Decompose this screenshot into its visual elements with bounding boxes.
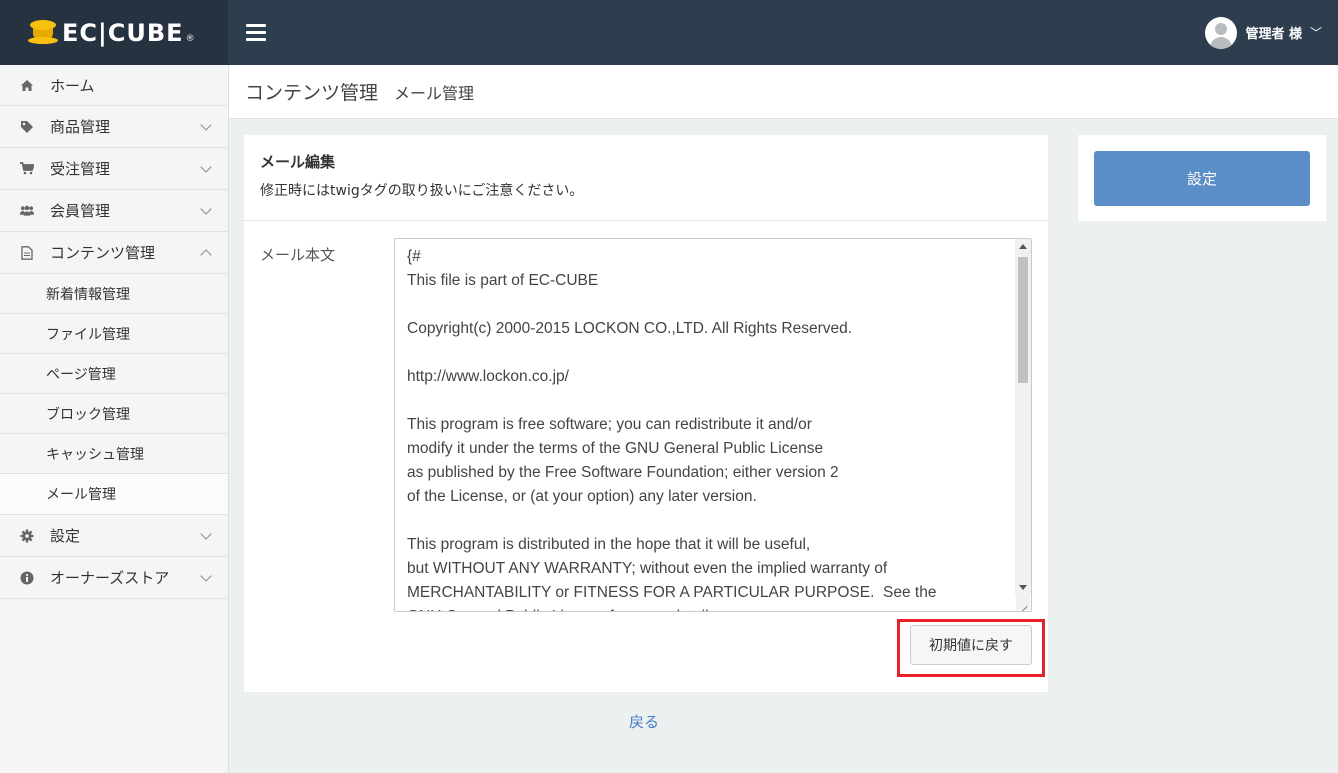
logo-text: EC|CUBE — [62, 18, 184, 47]
logo[interactable]: EC|CUBE ® — [0, 0, 228, 65]
sidebar: ホーム 商品管理 受注管理 会員管理 コンテンツ管理 新着情報管理 ファイル管理… — [0, 65, 229, 773]
chevron-down-icon — [200, 119, 212, 131]
sidebar-subitem-mail[interactable]: メール管理 — [0, 474, 228, 514]
scrollbar-thumb[interactable] — [1018, 257, 1028, 383]
gear-icon — [20, 529, 34, 543]
action-panel: 設定 — [1078, 135, 1326, 221]
reset-default-button[interactable]: 初期値に戻す — [910, 625, 1032, 665]
sidebar-subitem-blocks[interactable]: ブロック管理 — [0, 394, 228, 434]
chevron-down-icon — [200, 570, 212, 582]
home-icon — [20, 78, 34, 92]
tag-icon — [20, 120, 34, 134]
users-icon — [20, 204, 34, 218]
sidebar-item-home[interactable]: ホーム — [0, 65, 228, 106]
user-menu[interactable]: 管理者 様 ﹀ — [1205, 16, 1322, 49]
sidebar-subitem-files[interactable]: ファイル管理 — [0, 314, 228, 354]
sidebar-subitem-news[interactable]: 新着情報管理 — [0, 274, 228, 314]
menu-toggle-icon[interactable] — [246, 24, 266, 41]
chevron-down-icon — [200, 528, 212, 540]
card-title: メール編集 — [260, 153, 336, 171]
avatar — [1205, 16, 1238, 49]
sidebar-item-label: 設定 — [50, 527, 81, 545]
sidebar-item-settings[interactable]: 設定 — [0, 515, 228, 557]
mail-body-text: {# This file is part of EC-CUBE Copyrigh… — [407, 248, 937, 611]
page-subtitle: メール管理 — [394, 83, 475, 103]
sidebar-subitem-cache[interactable]: キャッシュ管理 — [0, 434, 228, 474]
cart-icon — [20, 162, 34, 176]
top-bar: EC|CUBE ® 管理者 様 ﹀ — [0, 0, 1338, 65]
card-header: メール編集 修正時にはtwigタグの取り扱いにご注意ください。 — [244, 135, 1048, 221]
save-button[interactable]: 設定 — [1094, 151, 1310, 206]
mail-body-label: メール本文 — [260, 246, 336, 264]
chevron-up-icon — [200, 249, 212, 261]
sidebar-item-label: オーナーズストア — [50, 569, 170, 587]
contents-submenu: 新着情報管理 ファイル管理 ページ管理 ブロック管理 キャッシュ管理 メール管理 — [0, 274, 228, 515]
cube-logo-icon — [28, 19, 58, 46]
back-link[interactable]: 戻る — [629, 711, 659, 732]
sidebar-item-label: 受注管理 — [50, 160, 111, 178]
sidebar-item-contents[interactable]: コンテンツ管理 — [0, 232, 228, 274]
chevron-down-icon: ﹀ — [1309, 26, 1322, 40]
resize-grip-icon[interactable] — [1016, 594, 1030, 610]
page-header: コンテンツ管理 メール管理 — [229, 65, 1338, 119]
sidebar-item-orders[interactable]: 受注管理 — [0, 148, 228, 190]
info-icon — [20, 571, 34, 585]
card-description: 修正時にはtwigタグの取り扱いにご注意ください。 — [260, 183, 584, 199]
sidebar-item-label: コンテンツ管理 — [50, 244, 156, 262]
textarea-scrollbar[interactable] — [1015, 239, 1031, 595]
sidebar-item-members[interactable]: 会員管理 — [0, 190, 228, 232]
logo-registered-mark: ® — [185, 33, 195, 44]
scroll-down-arrow-icon[interactable] — [1019, 585, 1027, 590]
page-title: コンテンツ管理 — [245, 82, 379, 104]
chevron-down-icon — [200, 203, 212, 215]
user-name: 管理者 様 — [1245, 27, 1302, 42]
mail-body-textarea[interactable]: {# This file is part of EC-CUBE Copyrigh… — [394, 238, 1032, 612]
mail-edit-card: メール編集 修正時にはtwigタグの取り扱いにご注意ください。 メール本文 {#… — [244, 135, 1048, 692]
sidebar-item-products[interactable]: 商品管理 — [0, 106, 228, 148]
file-icon — [20, 245, 34, 260]
sidebar-subitem-pages[interactable]: ページ管理 — [0, 354, 228, 394]
chevron-down-icon — [200, 161, 212, 173]
sidebar-item-label: 商品管理 — [50, 118, 111, 136]
sidebar-item-owners-store[interactable]: オーナーズストア — [0, 557, 228, 599]
sidebar-item-label: 会員管理 — [50, 202, 111, 220]
sidebar-item-label: ホーム — [50, 76, 95, 95]
scroll-up-arrow-icon[interactable] — [1019, 244, 1027, 249]
